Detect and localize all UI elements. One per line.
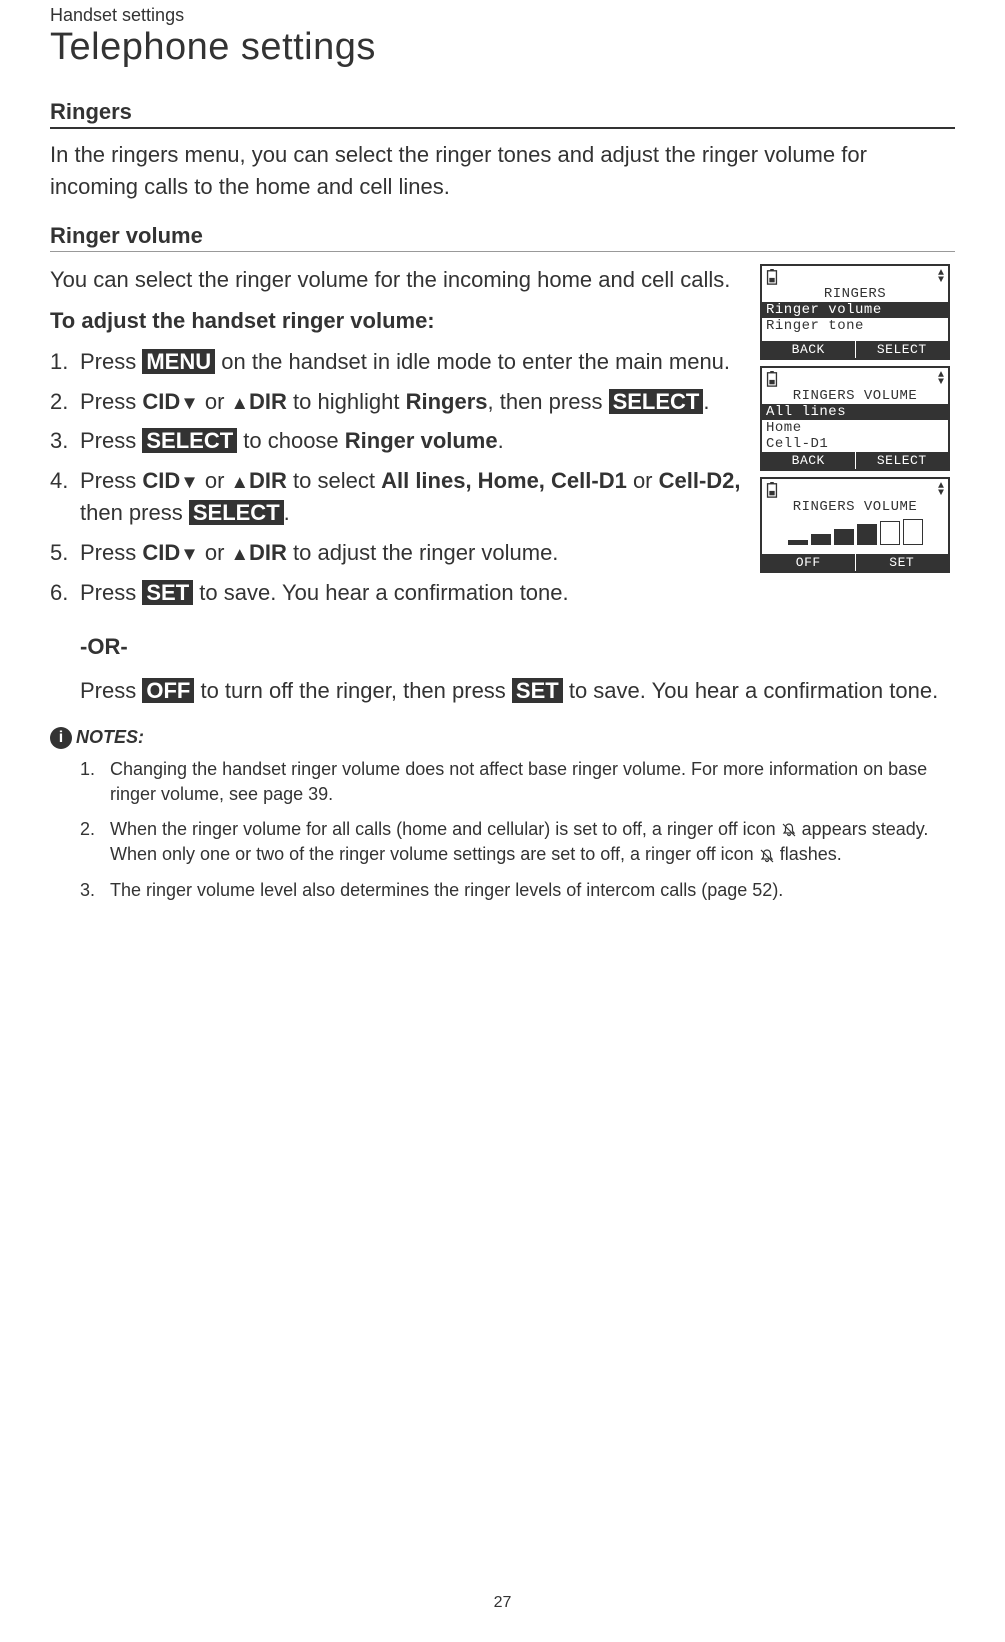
down-arrow-icon xyxy=(180,468,199,493)
down-arrow-icon xyxy=(180,540,199,565)
step-4: Press CID or DIR to select All lines, Ho… xyxy=(50,465,745,529)
battery-icon xyxy=(766,269,778,285)
adjust-heading: To adjust the handset ringer volume: xyxy=(50,308,745,334)
lcd-line: Ringer tone xyxy=(762,318,948,334)
lcd-softkey-set: SET xyxy=(855,554,949,571)
set-key: SET xyxy=(512,678,563,703)
or-body: Press OFF to turn off the ringer, then p… xyxy=(80,675,955,707)
divider xyxy=(50,127,955,129)
menu-key: MENU xyxy=(142,349,215,374)
or-label: -OR- xyxy=(80,634,955,660)
step-5: Press CID or DIR to adjust the ringer vo… xyxy=(50,537,745,569)
lcd-ringers-volume: ▲▼ RINGERS VOLUME All lines Home Cell-D1… xyxy=(760,366,950,471)
set-key: SET xyxy=(142,580,193,605)
up-arrow-icon xyxy=(231,468,250,493)
up-arrow-icon xyxy=(231,389,250,414)
lcd-title: RINGERS VOLUME xyxy=(762,499,948,515)
scroll-arrows-icon: ▲▼ xyxy=(938,270,944,284)
battery-icon xyxy=(766,371,778,387)
divider xyxy=(50,251,955,252)
page-title: Telephone settings xyxy=(50,26,955,69)
lcd-softkey-select: SELECT xyxy=(855,452,949,469)
page-number: 27 xyxy=(0,1594,1005,1612)
lcd-title: RINGERS xyxy=(762,286,948,302)
off-key: OFF xyxy=(142,678,194,703)
up-arrow-icon xyxy=(231,540,250,565)
lcd-line: Cell-D1 xyxy=(762,436,948,452)
select-key: SELECT xyxy=(609,389,704,414)
steps-list: Press MENU on the handset in idle mode t… xyxy=(50,346,745,609)
lcd-volume-bars: ▲▼ RINGERS VOLUME OFF SET xyxy=(760,477,950,573)
ringer-off-icon xyxy=(781,822,797,838)
lcd-title: RINGERS VOLUME xyxy=(762,388,948,404)
step-1: Press MENU on the handset in idle mode t… xyxy=(50,346,745,378)
note-1: Changing the handset ringer volume does … xyxy=(80,757,955,807)
step-2: Press CID or DIR to highlight Ringers, t… xyxy=(50,386,745,418)
lcd-softkey-select: SELECT xyxy=(855,341,949,358)
lcd-line-selected: Ringer volume xyxy=(762,302,948,318)
ringer-volume-intro: You can select the ringer volume for the… xyxy=(50,264,745,296)
notes-heading: i NOTES: xyxy=(50,727,955,749)
lcd-line: Home xyxy=(762,420,948,436)
section-heading-ringers: Ringers xyxy=(50,99,955,125)
volume-bars xyxy=(762,515,948,547)
lcd-softkey-back: BACK xyxy=(762,452,855,469)
ringer-off-icon xyxy=(759,848,775,864)
ringers-intro: In the ringers menu, you can select the … xyxy=(50,139,955,203)
lcd-softkey-back: BACK xyxy=(762,341,855,358)
battery-icon xyxy=(766,482,778,498)
down-arrow-icon xyxy=(180,389,199,414)
select-key: SELECT xyxy=(142,428,237,453)
lcd-ringers: ▲▼ RINGERS Ringer volume Ringer tone BAC… xyxy=(760,264,950,360)
scroll-arrows-icon: ▲▼ xyxy=(938,483,944,497)
info-icon: i xyxy=(50,727,72,749)
step-6: Press SET to save. You hear a confirmati… xyxy=(50,577,745,609)
lcd-line-selected: All lines xyxy=(762,404,948,420)
lcd-softkey-off: OFF xyxy=(762,554,855,571)
breadcrumb: Handset settings xyxy=(50,5,955,26)
scroll-arrows-icon: ▲▼ xyxy=(938,372,944,386)
step-3: Press SELECT to choose Ringer volume. xyxy=(50,425,745,457)
select-key: SELECT xyxy=(189,500,284,525)
note-2: When the ringer volume for all calls (ho… xyxy=(80,817,955,867)
notes-list: Changing the handset ringer volume does … xyxy=(50,757,955,903)
section-heading-ringer-volume: Ringer volume xyxy=(50,223,955,249)
note-3: The ringer volume level also determines … xyxy=(80,878,955,903)
